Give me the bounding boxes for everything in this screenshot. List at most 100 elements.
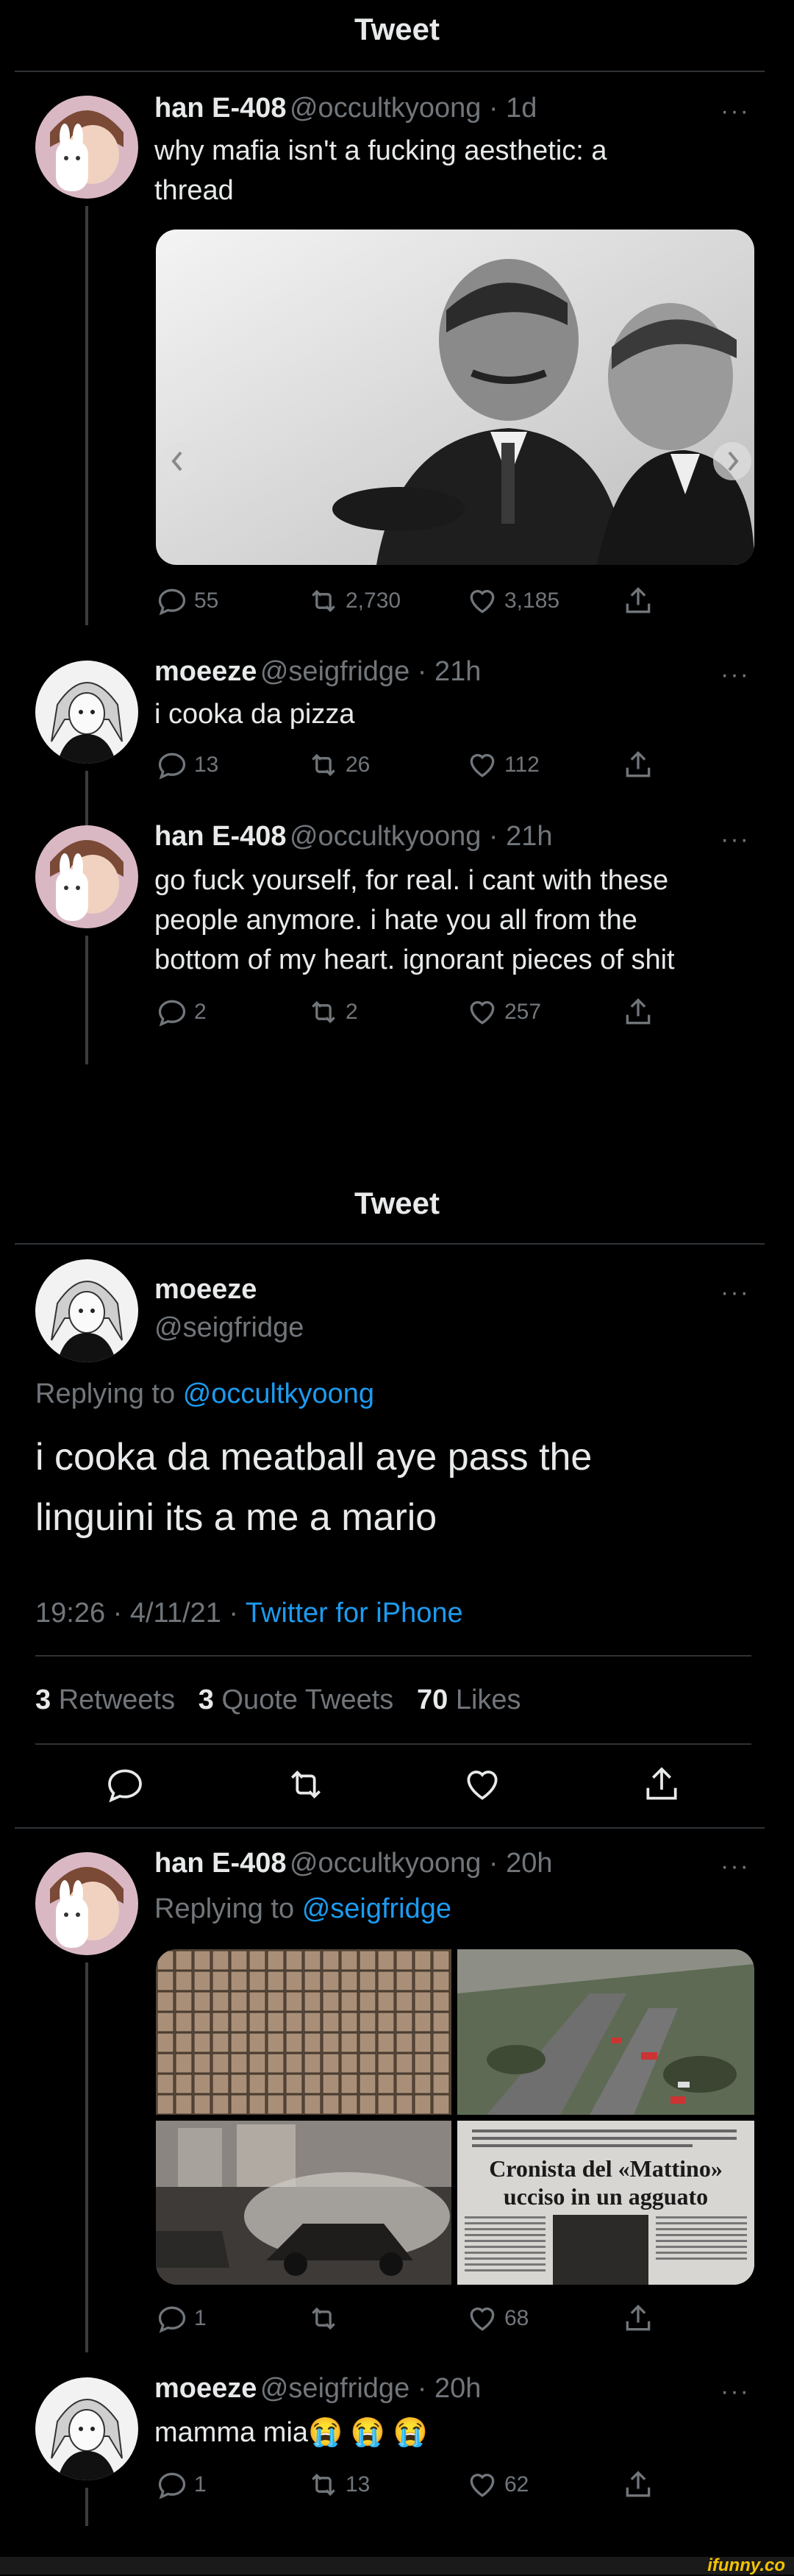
- share-button[interactable]: [622, 996, 654, 1028]
- replying-to-link[interactable]: @occultkyoong: [183, 1378, 374, 1409]
- tweet-photo[interactable]: Cronista del «Mattino» ucciso in un aggu…: [457, 2121, 754, 2285]
- share-button[interactable]: [622, 585, 654, 617]
- more-options-icon[interactable]: ···: [720, 1278, 750, 1307]
- heart-icon: [470, 2474, 495, 2497]
- like-button[interactable]: 3,185: [466, 585, 559, 617]
- quotes-stat[interactable]: 3 Quote Tweets: [198, 1684, 393, 1715]
- author-name[interactable]: moeeze: [154, 1274, 257, 1306]
- retweet-button[interactable]: 2,730: [307, 585, 401, 617]
- reply-button[interactable]: 13: [156, 749, 218, 781]
- avatar-han[interactable]: [35, 1852, 138, 1955]
- share-button[interactable]: [622, 2469, 654, 2501]
- author-handle-time[interactable]: @occultkyoong · 1d: [290, 93, 537, 124]
- heart-icon: [467, 1771, 498, 1800]
- reply-button[interactable]: 2: [156, 996, 207, 1028]
- share-icon: [626, 2305, 651, 2331]
- author-handle-time[interactable]: @seigfridge · 21h: [260, 656, 482, 687]
- like-button[interactable]: 112: [466, 749, 540, 781]
- share-icon: [626, 998, 651, 1025]
- thread-line: [85, 936, 88, 1064]
- tweet-photo-grid: Cronista del «Mattino» ucciso in un aggu…: [156, 1949, 754, 2285]
- tweet-photo[interactable]: [156, 1949, 451, 2115]
- page-header-title: Tweet: [354, 1186, 440, 1220]
- more-options-icon[interactable]: ···: [720, 97, 750, 126]
- heart-icon: [470, 1001, 495, 1025]
- reply-icon: [158, 752, 186, 780]
- retweet-button[interactable]: 2: [307, 996, 358, 1028]
- page-header-title: Tweet: [354, 12, 440, 46]
- like-button[interactable]: [462, 1764, 503, 1809]
- author-name[interactable]: moeeze: [154, 656, 257, 687]
- author-name[interactable]: han E-408: [154, 821, 287, 852]
- reply-icon: [158, 1000, 186, 1027]
- share-icon: [626, 2471, 651, 2497]
- footer-bar: [0, 2557, 794, 2575]
- author-handle-time[interactable]: @occultkyoong · 21h: [290, 821, 553, 852]
- like-button[interactable]: 257: [466, 996, 541, 1028]
- more-options-icon[interactable]: ···: [720, 825, 750, 854]
- tweet-text: go fuck yourself, for real. i cant with …: [154, 865, 675, 975]
- retweet-button[interactable]: 26: [307, 749, 370, 781]
- reply-button[interactable]: [104, 1764, 146, 1809]
- retweet-button[interactable]: [285, 1764, 326, 1809]
- retweet-icon: [312, 2307, 335, 2330]
- tweet-photo[interactable]: [457, 1949, 754, 2115]
- thread-line: [85, 206, 88, 625]
- author-handle-time[interactable]: @occultkyoong · 20h: [290, 1848, 553, 1879]
- author-handle[interactable]: @seigfridge: [154, 1312, 304, 1344]
- retweet-button[interactable]: 13: [307, 2469, 370, 2501]
- source-link[interactable]: Twitter for iPhone: [246, 1598, 463, 1629]
- avatar-han[interactable]: [35, 825, 138, 928]
- more-options-icon[interactable]: ···: [720, 1852, 750, 1881]
- retweet-icon: [312, 1000, 335, 1024]
- retweet-button[interactable]: [307, 2302, 346, 2335]
- avatar-moeeze[interactable]: [35, 661, 138, 764]
- retweet-icon: [291, 1771, 321, 1798]
- thread-line: [85, 1963, 88, 2352]
- tweet-text: i cooka da pizza: [154, 699, 355, 730]
- more-options-icon[interactable]: ···: [720, 2377, 750, 2406]
- engagement-stats: 3 Retweets 3 Quote Tweets 70 Likes: [35, 1684, 521, 1716]
- share-button[interactable]: [641, 1764, 682, 1809]
- replying-to-line: Replying to @seigfridge: [154, 1893, 452, 1924]
- heart-icon: [470, 2308, 495, 2331]
- watermark: ifunny.co: [707, 2555, 785, 2575]
- retweet-icon: [312, 753, 335, 777]
- author-name[interactable]: moeeze: [154, 2373, 257, 2404]
- retweets-stat[interactable]: 3 Retweets: [35, 1684, 175, 1715]
- reply-button[interactable]: 1: [156, 2469, 207, 2501]
- reply-button[interactable]: 55: [156, 585, 218, 617]
- retweet-icon: [312, 589, 335, 613]
- avatar-moeeze[interactable]: [35, 2377, 138, 2480]
- author-handle-time[interactable]: @seigfridge · 20h: [260, 2373, 482, 2404]
- share-icon: [626, 587, 651, 613]
- replying-to-link[interactable]: @seigfridge: [302, 1893, 451, 1924]
- author-name[interactable]: han E-408: [154, 1848, 287, 1879]
- tweet-text: i cooka da meatball aye pass the linguin…: [35, 1436, 593, 1539]
- retweet-icon: [312, 2473, 335, 2497]
- author-name[interactable]: han E-408: [154, 93, 287, 124]
- like-button[interactable]: 62: [466, 2469, 529, 2501]
- more-options-icon[interactable]: ···: [720, 661, 750, 689]
- tweet-photo[interactable]: [156, 230, 754, 565]
- header-divider: [15, 1243, 765, 1245]
- divider: [15, 1827, 765, 1829]
- thread-line: [85, 2488, 88, 2526]
- avatar-moeeze[interactable]: [35, 1259, 138, 1362]
- reply-icon: [158, 2306, 186, 2333]
- tweet-text: why mafia isn't a fucking aesthetic: a t…: [154, 135, 607, 206]
- tweet-photo[interactable]: [156, 2121, 451, 2285]
- share-button[interactable]: [622, 749, 654, 781]
- divider: [35, 1743, 751, 1745]
- newspaper-headline: Cronista del «Mattino» ucciso in un aggu…: [489, 2155, 723, 2210]
- reply-button[interactable]: 1: [156, 2302, 207, 2335]
- avatar-han[interactable]: [35, 96, 138, 199]
- share-button[interactable]: [622, 2302, 654, 2335]
- reply-icon: [158, 588, 186, 616]
- likes-stat[interactable]: 70 Likes: [417, 1684, 521, 1715]
- like-button[interactable]: 68: [466, 2302, 529, 2335]
- header-divider: [15, 71, 765, 72]
- divider: [35, 1655, 751, 1657]
- replying-to-line: Replying to @occultkyoong: [35, 1378, 375, 1409]
- reply-icon: [158, 2472, 186, 2499]
